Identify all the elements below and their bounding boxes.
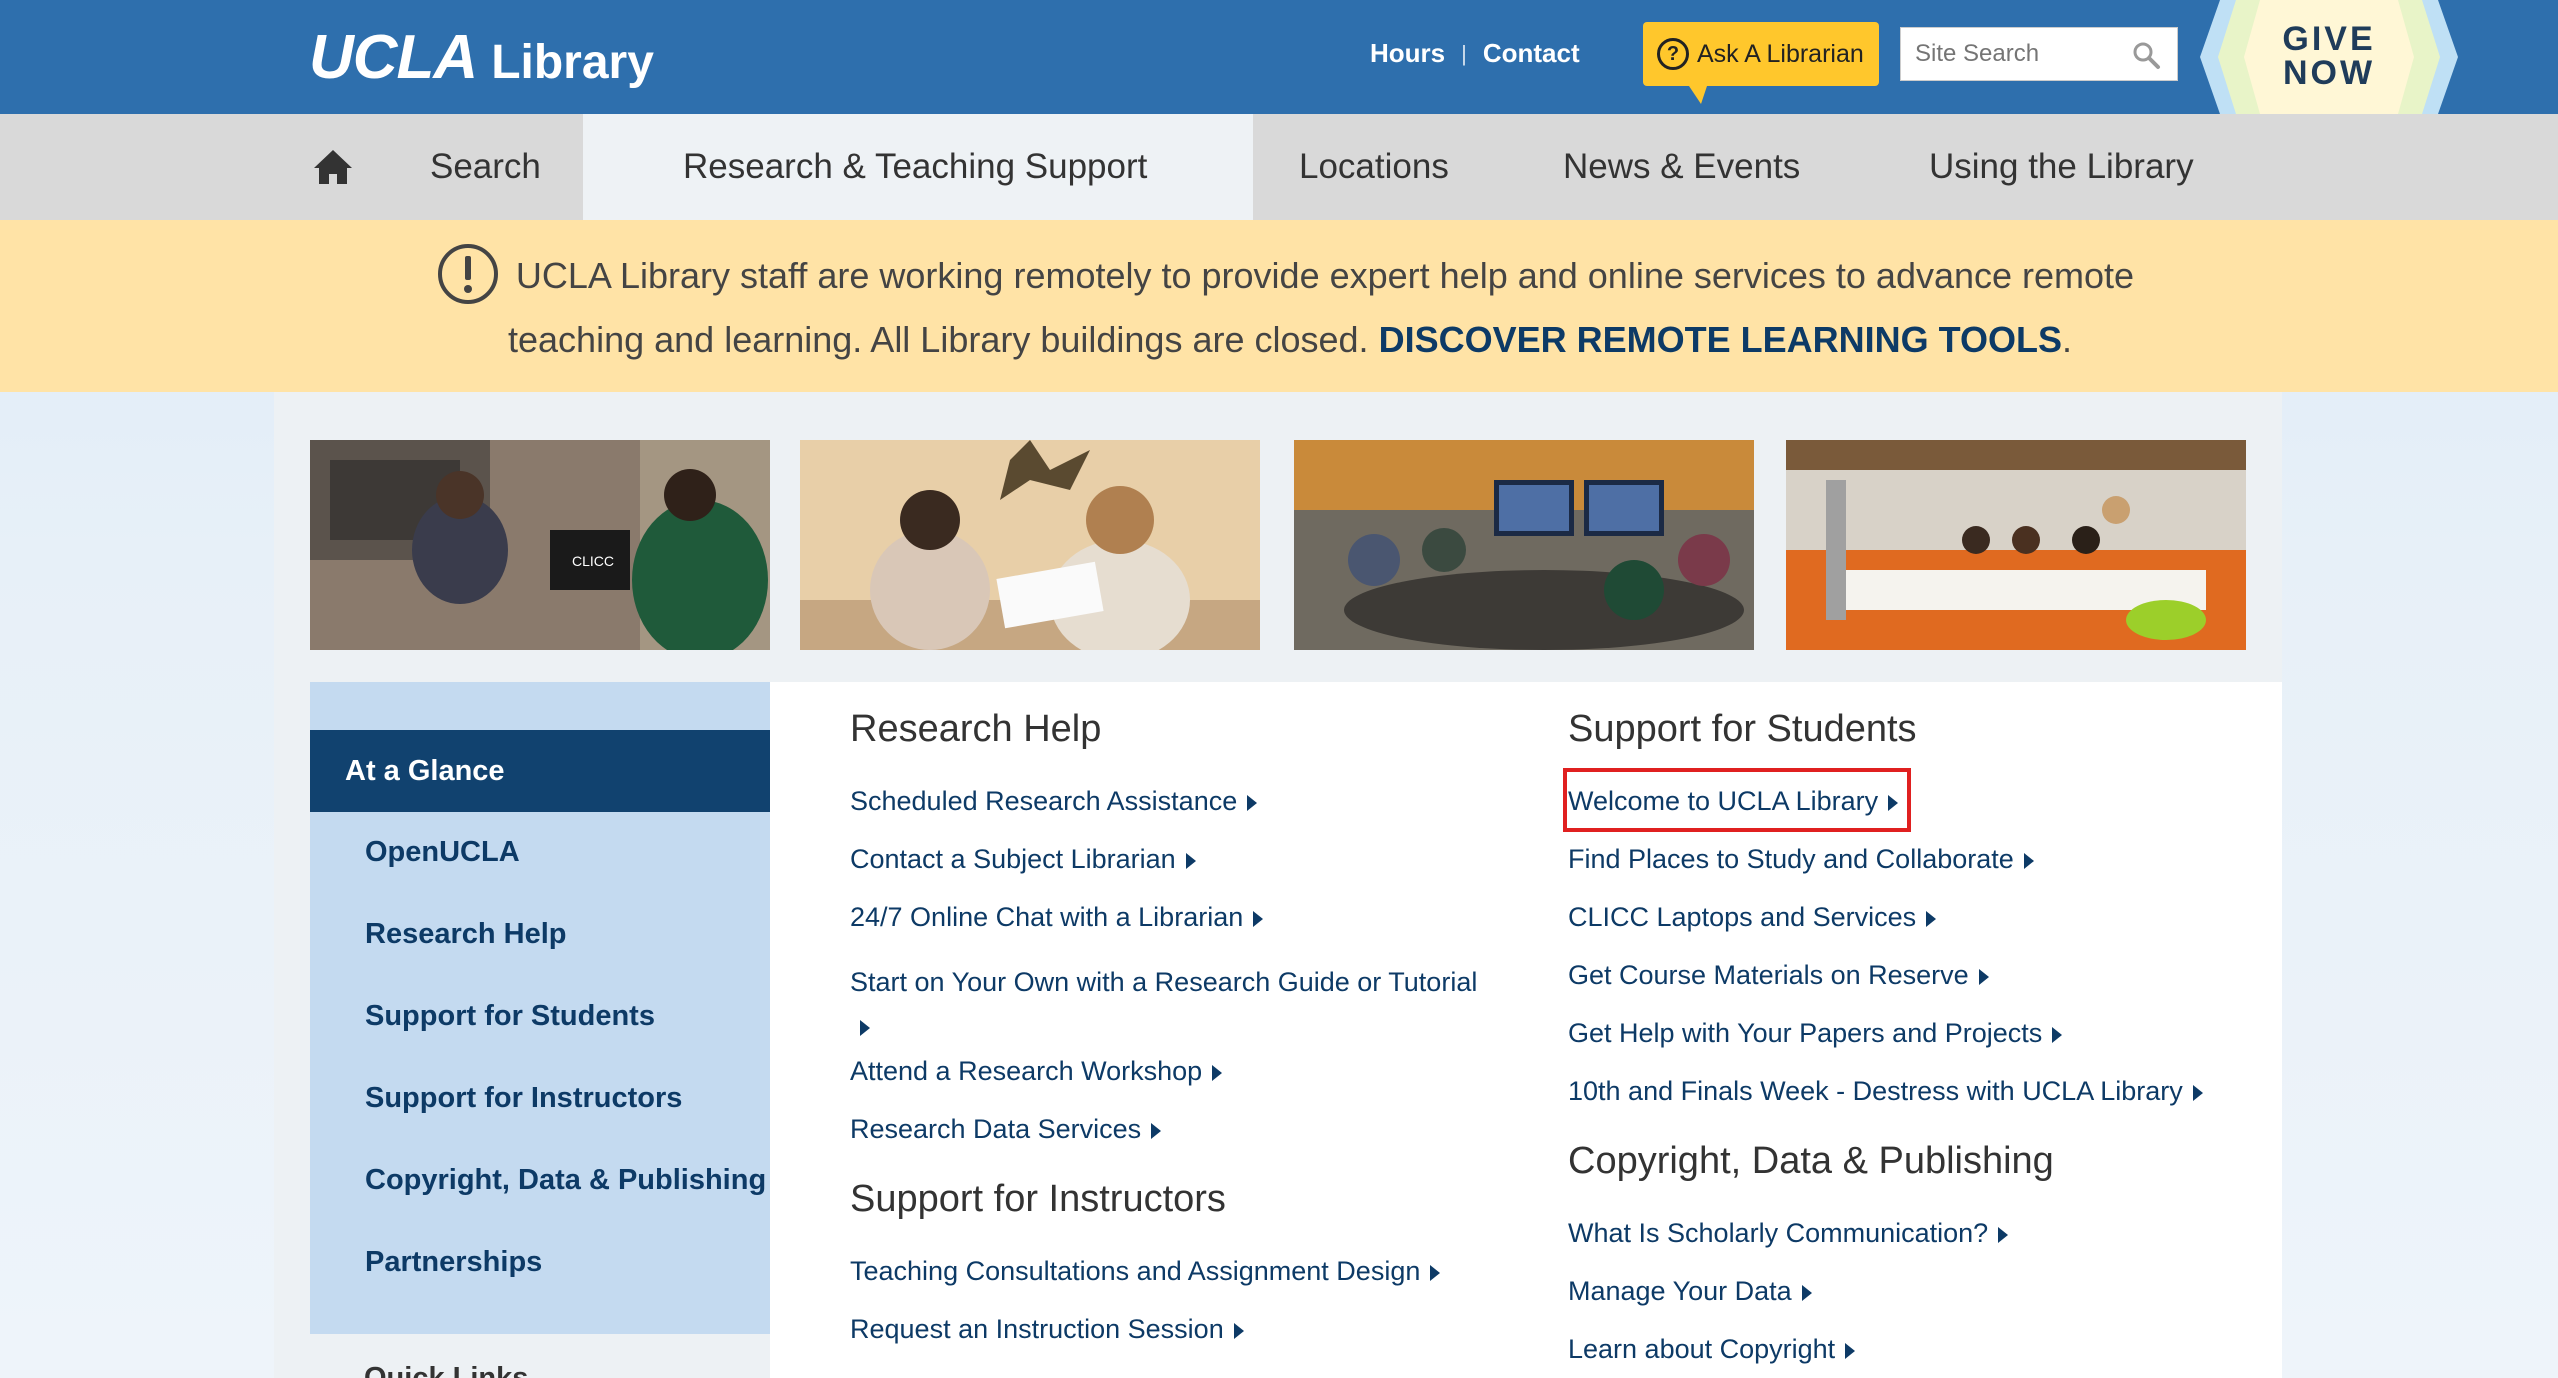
arrow-right-icon <box>1253 910 1264 927</box>
link-finals-week-destress[interactable]: 10th and Finals Week - Destress with UCL… <box>1568 1076 2203 1107</box>
hours-link[interactable]: Hours <box>1370 38 1445 69</box>
link-label: What Is Scholarly Communication? <box>1568 1218 1989 1248</box>
sidebar-item-research-help[interactable]: Research Help <box>365 918 567 951</box>
link-label: 10th and Finals Week - Destress with UCL… <box>1568 1076 2183 1106</box>
ask-a-librarian-label: Ask A Librarian <box>1697 39 1864 68</box>
research-help-heading: Research Help <box>850 708 1102 750</box>
nav-news-events[interactable]: News & Events <box>1563 114 1800 220</box>
arrow-right-icon <box>2052 1026 2063 1043</box>
link-label: Contact a Subject Librarian <box>850 844 1176 874</box>
quick-links-heading[interactable]: Quick Links <box>364 1362 528 1378</box>
link-contact-subject-librarian[interactable]: Contact a Subject Librarian <box>850 844 1196 875</box>
give-now-line2: NOW <box>2282 54 2376 92</box>
link-teaching-consultations[interactable]: Teaching Consultations and Assignment De… <box>850 1256 1441 1287</box>
link-find-places-to-study[interactable]: Find Places to Study and Collaborate <box>1568 844 2034 875</box>
link-label: 24/7 Online Chat with a Librarian <box>850 902 1244 932</box>
link-label: CLICC Laptops and Services <box>1568 902 1917 932</box>
link-course-materials-reserve[interactable]: Get Course Materials on Reserve <box>1568 960 1989 991</box>
arrow-right-icon <box>1998 1226 2009 1243</box>
selection-highlight-box <box>1563 768 1911 832</box>
contact-link[interactable]: Contact <box>1483 38 1580 69</box>
link-manage-your-data[interactable]: Manage Your Data <box>1568 1276 1812 1307</box>
sidebar-item-support-for-instructors[interactable]: Support for Instructors <box>365 1082 682 1115</box>
link-help-papers-projects[interactable]: Get Help with Your Papers and Projects <box>1568 1018 2063 1049</box>
photo-collaboration-space <box>1786 440 2246 650</box>
link-label: Attend a Research Workshop <box>850 1056 1203 1086</box>
support-for-instructors-heading: Support for Instructors <box>850 1178 1226 1220</box>
discover-remote-learning-tools-link[interactable]: DISCOVER REMOTE LEARNING TOOLS <box>1379 319 2062 360</box>
logo-library-text: Library <box>491 36 654 89</box>
arrow-right-icon <box>2192 1084 2203 1101</box>
link-label: Learn about Copyright <box>1568 1334 1836 1364</box>
nav-using-the-library[interactable]: Using the Library <box>1929 114 2194 220</box>
sidebar-item-at-a-glance[interactable]: At a Glance <box>310 730 770 812</box>
give-now-line1: GIVE <box>2282 20 2376 58</box>
photo-shirt-text: CLICC <box>572 553 614 569</box>
arrow-right-icon <box>1926 910 1937 927</box>
sidebar-item-support-for-students[interactable]: Support for Students <box>365 1000 655 1033</box>
link-label: Request an Instruction Session <box>850 1314 1224 1344</box>
link-scheduled-research-assistance[interactable]: Scheduled Research Assistance <box>850 786 1258 817</box>
link-label: Get Course Materials on Reserve <box>1568 960 1969 990</box>
link-scholarly-communication[interactable]: What Is Scholarly Communication? <box>1568 1218 2009 1249</box>
arrow-right-icon <box>1233 1322 1244 1339</box>
arrow-right-icon <box>1430 1264 1441 1281</box>
sidebar-item-partnerships[interactable]: Partnerships <box>365 1246 542 1279</box>
nav-locations[interactable]: Locations <box>1299 114 1449 220</box>
site-search-input[interactable] <box>1901 28 2111 80</box>
support-for-students-heading: Support for Students <box>1568 708 1917 750</box>
arrow-right-icon <box>1845 1342 1856 1359</box>
link-research-data-services[interactable]: Research Data Services <box>850 1114 1162 1145</box>
link-label: Find Places to Study and Collaborate <box>1568 844 2014 874</box>
give-now-text: GIVE NOW <box>2200 22 2458 90</box>
link-label: Scheduled Research Assistance <box>850 786 1238 816</box>
logo-ucla-text: UCLA <box>309 23 478 92</box>
link-request-instruction-session[interactable]: Request an Instruction Session <box>850 1314 1244 1345</box>
sidebar-item-copyright-data-publishing[interactable]: Copyright, Data & Publishing <box>365 1164 766 1197</box>
arrow-right-icon <box>860 1019 870 1036</box>
photo-study-consultation <box>800 440 1260 650</box>
utility-separator: | <box>1461 40 1467 66</box>
arrow-right-icon <box>1247 794 1258 811</box>
link-research-workshop[interactable]: Attend a Research Workshop <box>850 1056 1223 1087</box>
link-research-guide-tutorial[interactable]: Start on Your Own with a Research Guide … <box>850 960 1490 1048</box>
arrow-right-icon <box>1978 968 1989 985</box>
arrow-right-icon <box>1212 1064 1223 1081</box>
nav-search[interactable]: Search <box>430 114 541 220</box>
question-circle-icon: ? <box>1657 38 1689 70</box>
copyright-data-publishing-heading: Copyright, Data & Publishing <box>1568 1140 2054 1182</box>
quick-links-box: Quick Links <box>310 1336 770 1378</box>
nav-research-teaching-support[interactable]: Research & Teaching Support <box>583 114 1253 220</box>
link-label: Start on Your Own with a Research Guide … <box>850 967 1478 997</box>
give-now-button[interactable]: GIVE NOW <box>2200 0 2458 114</box>
photo-computer-lab <box>1294 440 1754 650</box>
alert-period: . <box>2061 319 2072 360</box>
link-label: Manage Your Data <box>1568 1276 1792 1306</box>
arrow-right-icon <box>1151 1122 1162 1139</box>
ask-a-librarian-button[interactable]: ? Ask A Librarian <box>1643 22 1879 104</box>
link-learn-about-copyright[interactable]: Learn about Copyright <box>1568 1334 1856 1365</box>
arrow-right-icon <box>1185 852 1196 869</box>
link-label: Get Help with Your Papers and Projects <box>1568 1018 2043 1048</box>
alert-message: UCLA Library staff are working remotely … <box>430 244 2150 372</box>
search-icon[interactable] <box>2131 40 2161 70</box>
arrow-right-icon <box>1801 1284 1812 1301</box>
link-label: Research Data Services <box>850 1114 1142 1144</box>
utility-links: Hours | Contact <box>1370 38 1580 69</box>
sidebar-item-openucla[interactable]: OpenUCLA <box>365 836 520 869</box>
home-icon[interactable] <box>312 148 354 186</box>
main-navigation: Search Research & Teaching Support Locat… <box>0 114 2558 220</box>
site-search-box <box>1900 27 2178 81</box>
photo-laptop-checkout: CLICC <box>310 440 770 650</box>
link-clicc-laptops[interactable]: CLICC Laptops and Services <box>1568 902 1937 933</box>
link-label: Teaching Consultations and Assignment De… <box>850 1256 1421 1286</box>
ucla-library-logo[interactable]: UCLA Library <box>309 22 654 92</box>
link-online-chat-librarian[interactable]: 24/7 Online Chat with a Librarian <box>850 902 1264 933</box>
arrow-right-icon <box>2023 852 2034 869</box>
